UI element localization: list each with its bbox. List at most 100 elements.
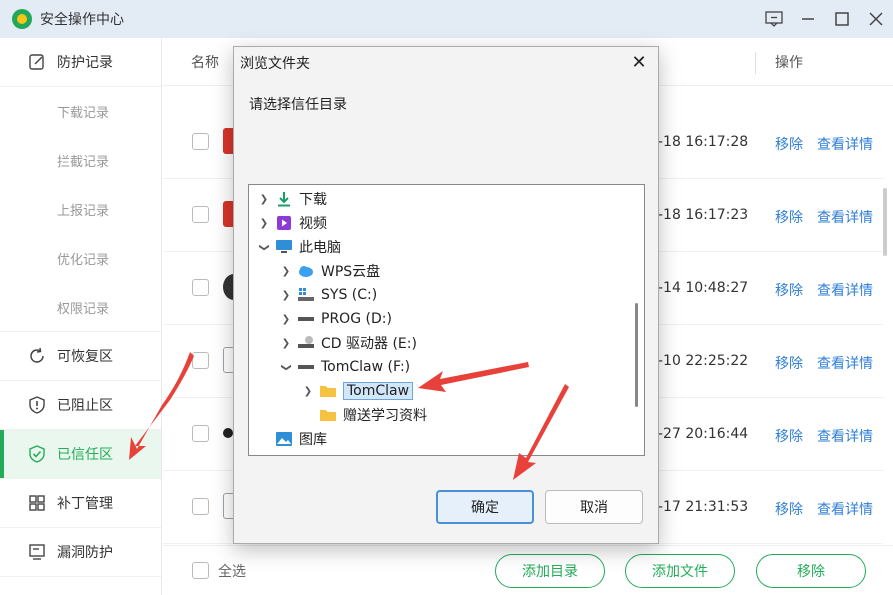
cd-drive-icon	[297, 335, 315, 351]
remove-button[interactable]: 移除	[756, 553, 866, 588]
tree-node-label: 视频	[299, 216, 327, 232]
row-time: -17 21:31:53	[658, 499, 749, 515]
view-details-link[interactable]: 查看详情	[817, 353, 873, 373]
sidebar-item-blocked[interactable]: 已阻止区	[0, 381, 161, 430]
select-all-label: 全选	[218, 563, 246, 580]
tree-node-gift-materials[interactable]: 赠送学习资料	[301, 403, 427, 427]
chevron-down-icon[interactable]: ❯	[259, 240, 270, 254]
sidebar-item-label: 已阻止区	[57, 398, 113, 414]
row-checkbox[interactable]	[192, 425, 209, 442]
ok-button[interactable]: 确定	[436, 490, 534, 524]
sidebar-item-permission-log[interactable]: 权限记录	[0, 283, 161, 332]
cloud-icon	[297, 263, 315, 279]
video-icon	[275, 215, 293, 231]
chevron-right-icon[interactable]: ❯	[279, 290, 293, 301]
row-checkbox[interactable]	[192, 498, 209, 515]
view-details-link[interactable]: 查看详情	[817, 280, 873, 300]
sidebar-item-recoverable[interactable]: 可恢复区	[0, 332, 161, 381]
tree-node-label: WPS云盘	[321, 264, 381, 280]
row-time: -10 22:25:22	[658, 353, 749, 369]
sidebar-item-label: 权限记录	[57, 301, 110, 317]
remove-link[interactable]: 移除	[775, 207, 803, 227]
column-divider	[755, 52, 756, 74]
tree-node-videos[interactable]: ❯ 视频	[257, 211, 327, 235]
tree-node-gallery[interactable]: 图库	[257, 427, 327, 451]
view-details-link[interactable]: 查看详情	[817, 426, 873, 446]
sidebar-item-download-log[interactable]: 下载记录	[0, 87, 161, 136]
chevron-right-icon[interactable]: ❯	[257, 194, 271, 205]
chevron-right-icon[interactable]: ❯	[279, 314, 293, 325]
file-icon	[223, 428, 233, 438]
remove-link[interactable]: 移除	[775, 280, 803, 300]
download-icon	[275, 191, 293, 207]
minimize-icon[interactable]	[791, 0, 825, 38]
view-details-link[interactable]: 查看详情	[817, 134, 873, 154]
chevron-down-icon[interactable]: ❯	[281, 360, 292, 374]
tree-node-label: 下载	[299, 192, 327, 208]
sidebar-item-label: 优化记录	[57, 253, 110, 268]
row-checkbox[interactable]	[192, 133, 209, 150]
sidebar-item-vuln-protection[interactable]: 漏洞防护	[0, 528, 161, 577]
tree-node-drive-d[interactable]: ❯ PROG (D:)	[279, 307, 392, 331]
app-title: 安全操作中心	[40, 12, 124, 28]
app-logo	[12, 9, 32, 29]
row-checkbox[interactable]	[192, 206, 209, 223]
column-header-name: 名称	[191, 54, 219, 71]
tree-node-label: TomClaw	[343, 382, 414, 400]
select-all-checkbox[interactable]	[192, 562, 209, 579]
cancel-button[interactable]: 取消	[545, 490, 643, 524]
row-checkbox[interactable]	[192, 352, 209, 369]
tree-node-label: 赠送学习资料	[343, 408, 427, 424]
bottom-toolbar: 全选 添加目录 添加文件 移除	[163, 545, 893, 595]
chevron-right-icon[interactable]: ❯	[301, 386, 315, 397]
row-checkbox[interactable]	[192, 279, 209, 296]
add-file-button[interactable]: 添加文件	[625, 553, 735, 588]
drive-icon	[297, 359, 315, 375]
list-scrollbar[interactable]	[883, 188, 887, 256]
tree-node-drive-f[interactable]: ❯ TomClaw (F:)	[279, 355, 411, 379]
row-time: -18 16:17:28	[658, 134, 749, 150]
sidebar-item-trusted[interactable]: 已信任区	[0, 430, 161, 479]
sidebar-item-report-log[interactable]: 上报记录	[0, 185, 161, 234]
tree-node-drive-e[interactable]: ❯ CD 驱动器 (E:)	[279, 331, 417, 355]
tree-node-tomclaw-folder[interactable]: ❯ TomClaw	[301, 379, 414, 403]
sidebar-item-intercept-log[interactable]: 拦截记录	[0, 136, 161, 185]
column-header-actions: 操作	[775, 54, 803, 71]
remove-link[interactable]: 移除	[775, 134, 803, 154]
maximize-icon[interactable]	[825, 0, 859, 38]
close-icon[interactable]	[859, 0, 893, 38]
row-time: -18 16:17:23	[658, 207, 749, 223]
sidebar-item-optimize-log[interactable]: 优化记录	[0, 234, 161, 283]
add-directory-button[interactable]: 添加目录	[495, 553, 605, 588]
row-time: -14 10:48:27	[658, 280, 749, 296]
tree-node-label: CD 驱动器 (E:)	[321, 336, 417, 352]
system-drive-icon	[297, 287, 315, 303]
dialog-close-icon[interactable]: ✕	[628, 51, 650, 73]
view-details-link[interactable]: 查看详情	[817, 207, 873, 227]
chevron-right-icon[interactable]: ❯	[279, 338, 293, 349]
tree-node-label: PROG (D:)	[321, 311, 392, 327]
remove-link[interactable]: 移除	[775, 353, 803, 373]
tree-node-label: 此电脑	[299, 240, 341, 256]
remove-link[interactable]: 移除	[775, 499, 803, 519]
chevron-right-icon[interactable]: ❯	[257, 218, 271, 229]
sidebar-item-protection-log[interactable]: 防护记录	[0, 38, 161, 87]
view-details-link[interactable]: 查看详情	[817, 499, 873, 519]
grid-icon	[28, 494, 46, 512]
chevron-right-icon[interactable]: ❯	[279, 266, 293, 277]
sidebar-item-patch-management[interactable]: 补丁管理	[0, 479, 161, 528]
sidebar-item-label: 上报记录	[57, 204, 110, 219]
sidebar-item-label: 防护记录	[57, 55, 113, 71]
computer-icon	[275, 239, 293, 255]
folder-tree: ❯ 下载 ❯ 视频 ❯ 此电脑 ❯ WPS云盘 ❯ SYS (C:) ❯ PRO…	[248, 184, 645, 456]
tree-node-drive-c[interactable]: ❯ SYS (C:)	[279, 283, 377, 307]
remove-link[interactable]: 移除	[775, 426, 803, 446]
browse-folder-dialog: 浏览文件夹 ✕ 请选择信任目录 ❯ 下载 ❯ 视频 ❯ 此电脑 ❯ WPS云盘 …	[233, 46, 659, 544]
tree-node-downloads[interactable]: ❯ 下载	[257, 187, 327, 211]
gallery-icon	[275, 431, 293, 447]
tree-node-wps-cloud[interactable]: ❯ WPS云盘	[279, 259, 380, 283]
tree-scrollbar[interactable]	[635, 303, 638, 407]
tree-node-this-pc[interactable]: ❯ 此电脑	[257, 235, 341, 259]
sidebar-item-label: 漏洞防护	[57, 545, 113, 561]
feedback-icon[interactable]	[757, 0, 791, 38]
